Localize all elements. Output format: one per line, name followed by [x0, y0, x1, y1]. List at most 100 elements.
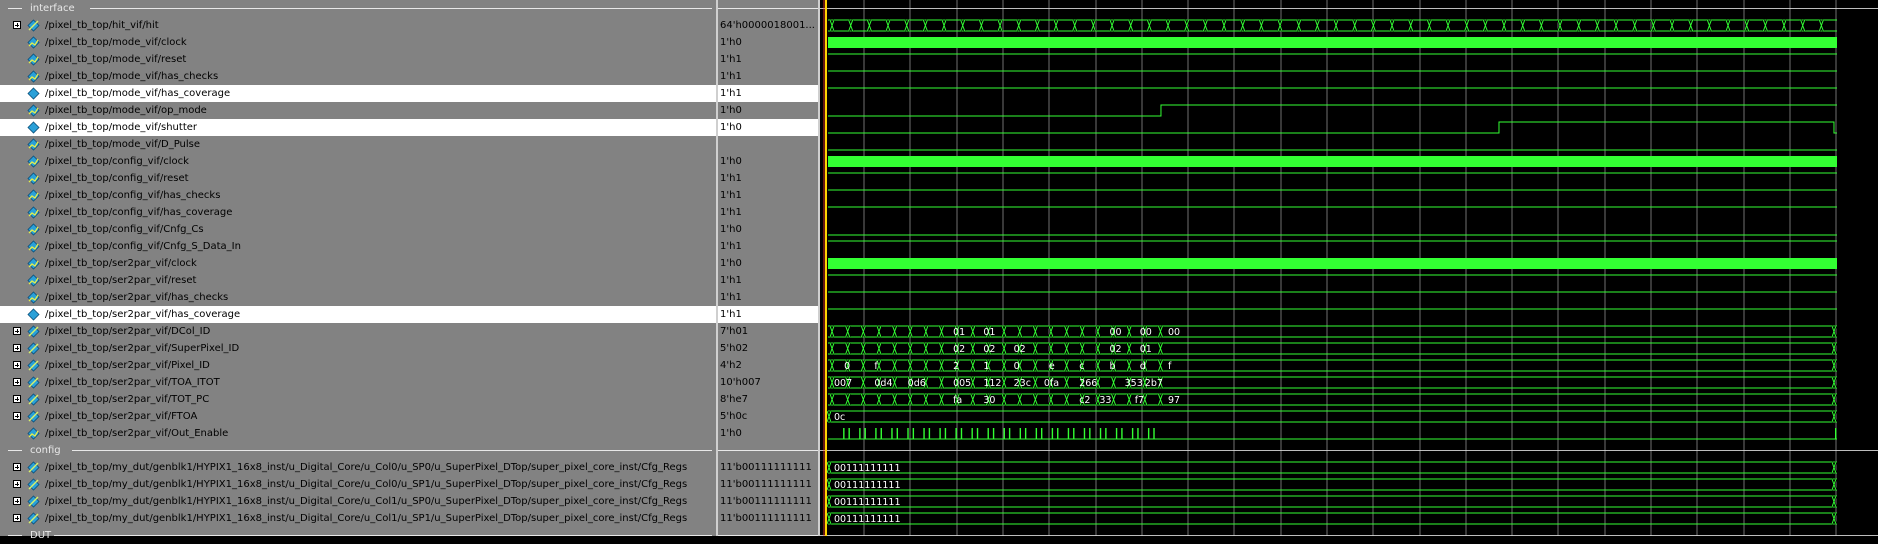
wave-bus-transition — [1464, 19, 1470, 32]
group-header-config[interactable]: config — [0, 442, 716, 459]
bus-value-label: 97 — [1168, 395, 1180, 406]
signal-row[interactable]: /pixel_tb_top/my_dut/genblk1/HYPIX1_16x8… — [0, 510, 716, 527]
wave-bus-transition — [1831, 393, 1837, 406]
signal-values-pane[interactable]: 64'h0000018001... 1'h0 1'h1 1'h1 1'h1 1'h0 1'h… — [718, 0, 818, 536]
signal-row[interactable]: /pixel_tb_top/config_vif/Cnfg_S_Data_In — [0, 238, 716, 255]
wave-bus-transition — [860, 359, 866, 372]
bus-value-label: 0 — [844, 361, 850, 372]
expand-icon[interactable] — [13, 21, 21, 29]
signal-row[interactable]: /pixel_tb_top/ser2par_vif/DCol_ID — [0, 323, 716, 340]
wave-pulse — [1137, 428, 1139, 439]
wire-icon — [27, 155, 40, 168]
waveform-canvas[interactable]: 01 01 00 00 0002 02 02 02 010 f 2 1 0 e c b d f007 0d4 0d6 0… — [820, 0, 1878, 536]
wave-pulse — [1003, 428, 1005, 439]
signal-row[interactable]: /pixel_tb_top/ser2par_vif/Out_Enable — [0, 425, 716, 442]
wave-bus-transition — [1165, 19, 1171, 32]
signal-row[interactable]: /pixel_tb_top/my_dut/genblk1/HYPIX1_16x8… — [0, 459, 716, 476]
signal-row[interactable]: /pixel_tb_top/ser2par_vif/TOA_ITOT — [0, 374, 716, 391]
signal-name: /pixel_tb_top/config_vif/has_checks — [45, 190, 221, 201]
waveform-pane[interactable]: 01 01 00 00 00 02 02 02 02 01 0 f 2 1 0 e c b d f 007 0d4 0d6 0… — [820, 0, 1878, 536]
bus-value-label: 00 — [1168, 327, 1180, 338]
expand-icon[interactable] — [13, 480, 21, 488]
signal-row[interactable]: /pixel_tb_top/config_vif/clock — [0, 153, 716, 170]
signal-row[interactable]: /pixel_tb_top/ser2par_vif/TOT_PC — [0, 391, 716, 408]
signal-row[interactable]: /pixel_tb_top/mode_vif/has_checks — [0, 68, 716, 85]
signal-name: /pixel_tb_top/ser2par_vif/has_coverage — [45, 309, 241, 320]
wave-bus-transition — [1831, 410, 1837, 423]
bus-value-label: 02 — [1014, 344, 1026, 355]
expand-icon[interactable] — [13, 344, 21, 352]
signal-row[interactable]: /pixel_tb_top/ser2par_vif/reset — [0, 272, 716, 289]
signal-row[interactable]: /pixel_tb_top/ser2par_vif/clock — [0, 255, 716, 272]
wave-pulse — [843, 428, 845, 439]
wave-bus-transition — [829, 393, 835, 406]
signal-row[interactable]: /pixel_tb_top/my_dut/genblk1/HYPIX1_16x8… — [0, 493, 716, 510]
bus-value-label: 00111111111 — [834, 463, 901, 474]
signal-row[interactable]: /pixel_tb_top/my_dut/genblk1/HYPIX1_16x8… — [0, 476, 716, 493]
wave-bus-transition — [1157, 325, 1163, 338]
signal-row[interactable]: /pixel_tb_top/mode_vif/reset — [0, 51, 716, 68]
bus-value-label: c — [1079, 361, 1084, 372]
signal-row[interactable]: /pixel_tb_top/hit_vif/hit — [0, 17, 716, 34]
group-line — [718, 8, 818, 9]
wave-bus-transition — [1032, 376, 1038, 389]
wire-icon — [27, 172, 40, 185]
group-line — [8, 450, 22, 451]
wave-bus-transition — [1064, 376, 1070, 389]
signal-names-pane[interactable]: interface config DUT/pixel_tb_top/hit_vif/… — [0, 0, 716, 541]
signal-row[interactable]: /pixel_tb_top/mode_vif/clock — [0, 34, 716, 51]
wave-bus-transition — [1128, 19, 1134, 32]
wave-bus-transition — [970, 393, 976, 406]
signal-row[interactable]: /pixel_tb_top/config_vif/has_coverage — [0, 204, 716, 221]
expand-icon[interactable] — [13, 412, 21, 420]
bus-value-label: 0c — [834, 412, 845, 423]
signal-name: /pixel_tb_top/config_vif/reset — [45, 173, 189, 184]
signal-row[interactable]: /pixel_tb_top/mode_vif/has_coverage — [0, 85, 716, 102]
wave-pulse — [880, 428, 882, 439]
signal-row[interactable]: /pixel_tb_top/config_vif/reset — [0, 170, 716, 187]
signal-row[interactable]: /pixel_tb_top/mode_vif/D_Pulse — [0, 136, 716, 153]
signal-row[interactable]: /pixel_tb_top/ser2par_vif/has_checks — [0, 289, 716, 306]
expand-icon[interactable] — [13, 514, 21, 522]
wave-step — [828, 121, 1837, 134]
wave-bus-transition — [1669, 19, 1675, 32]
wave-pulse — [907, 428, 909, 439]
signal-name: /pixel_tb_top/config_vif/Cnfg_S_Data_In — [45, 241, 241, 252]
expand-icon[interactable] — [13, 497, 21, 505]
wave-bus-transition — [1314, 19, 1320, 32]
group-header-interface[interactable]: interface — [0, 0, 716, 17]
signal-row[interactable]: /pixel_tb_top/ser2par_vif/FTOA — [0, 408, 716, 425]
signal-row[interactable]: /pixel_tb_top/mode_vif/shutter — [0, 119, 716, 136]
wave-bus-transition — [1538, 19, 1544, 32]
expand-icon[interactable] — [13, 378, 21, 386]
wave-pulse — [960, 428, 963, 439]
signal-row[interactable]: /pixel_tb_top/config_vif/has_checks — [0, 187, 716, 204]
signal-value: 1'h0 — [720, 224, 742, 235]
wave-bus-transition — [1650, 19, 1656, 32]
wave-bus-transition — [860, 376, 866, 389]
wave-bus-transition — [860, 325, 866, 338]
signal-row[interactable]: /pixel_tb_top/ser2par_vif/SuperPixel_ID — [0, 340, 716, 357]
signal-row[interactable]: /pixel_tb_top/ser2par_vif/has_coverage — [0, 306, 716, 323]
wave-bus-transition — [1762, 19, 1768, 32]
expand-icon[interactable] — [13, 327, 21, 335]
group-label: config — [30, 445, 61, 456]
bus-value-label: fa — [953, 395, 962, 406]
wave-pulse — [944, 428, 947, 439]
wave-bus-transition — [1111, 376, 1117, 389]
wave-bus-transition — [1095, 325, 1101, 338]
signal-row[interactable]: /pixel_tb_top/ser2par_vif/Pixel_ID — [0, 357, 716, 374]
expand-icon[interactable] — [13, 361, 21, 369]
wave-bus-transition — [892, 359, 898, 372]
expand-icon[interactable] — [13, 463, 21, 471]
signal-name: /pixel_tb_top/ser2par_vif/has_checks — [45, 292, 229, 303]
wave-bus-transition — [939, 376, 944, 389]
wave-bus-transition — [1064, 393, 1070, 406]
signal-row[interactable]: /pixel_tb_top/config_vif/Cnfg_Cs — [0, 221, 716, 238]
signal-row[interactable]: /pixel_tb_top/mode_vif/op_mode — [0, 102, 716, 119]
expand-icon[interactable] — [13, 395, 21, 403]
wave-bus-transition — [1744, 19, 1750, 32]
wave-bus-transition — [1426, 19, 1432, 32]
signal-value: 1'h0 — [720, 258, 742, 269]
signal-value: 1'h1 — [718, 306, 818, 323]
